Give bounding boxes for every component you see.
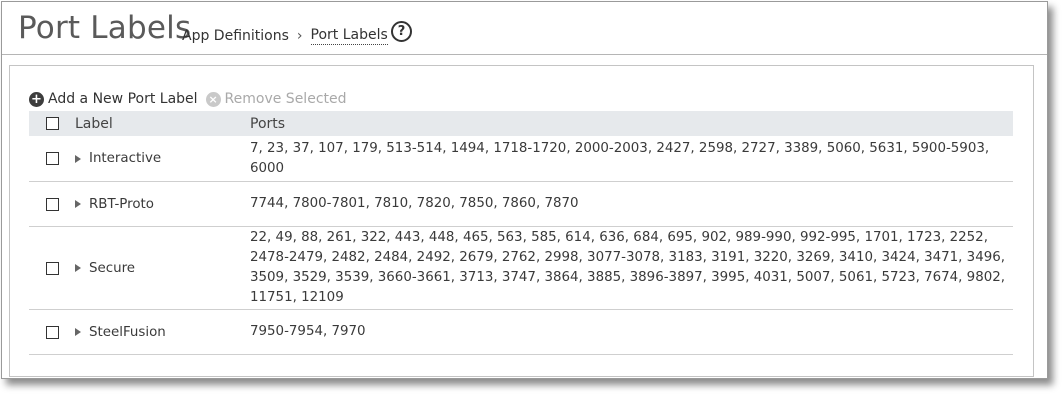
row-label: Interactive — [89, 151, 162, 166]
breadcrumb: App Definitions › Port Labels — [182, 27, 388, 45]
row-checkbox[interactable] — [45, 197, 59, 211]
table-row: Interactive 7, 23, 37, 107, 179, 513-514… — [29, 136, 1013, 182]
row-ports: 7950-7954, 7970 — [250, 324, 366, 339]
row-label: Secure — [89, 260, 136, 276]
expand-caret-icon[interactable] — [75, 264, 81, 272]
row-checkbox[interactable] — [45, 261, 59, 275]
table-row: SteelFusion 7950-7954, 7970 — [29, 310, 1013, 355]
add-port-label-button[interactable]: + Add a New Port Label — [29, 91, 198, 107]
breadcrumb-port-labels[interactable]: Port Labels — [310, 27, 388, 45]
row-ports: 7, 23, 37, 107, 179, 513-514, 1494, 1718… — [250, 140, 990, 176]
column-header-label[interactable]: Label — [75, 116, 250, 132]
expand-caret-icon[interactable] — [75, 200, 81, 208]
remove-circle-icon: × — [205, 91, 221, 107]
port-labels-panel: + Add a New Port Label × Remove Selected… — [9, 65, 1034, 377]
remove-selected-text: Remove Selected — [224, 91, 347, 107]
help-icon[interactable]: ? — [391, 21, 412, 42]
row-ports: 22, 49, 88, 261, 322, 443, 448, 465, 563… — [250, 230, 1006, 305]
table-row: Secure 22, 49, 88, 261, 322, 443, 448, 4… — [29, 227, 1013, 310]
row-label: SteelFusion — [89, 324, 166, 340]
column-header-ports[interactable]: Ports — [250, 114, 1013, 134]
screenshot-frame: Port Labels App Definitions › Port Label… — [1, 1, 1048, 379]
row-checkbox[interactable] — [45, 152, 59, 165]
breadcrumb-separator: › — [296, 28, 303, 44]
expand-caret-icon[interactable] — [75, 154, 81, 163]
select-all-checkbox[interactable] — [45, 117, 59, 130]
row-ports: 7744, 7800-7801, 7810, 7820, 7850, 7860,… — [250, 196, 579, 211]
row-checkbox[interactable] — [45, 325, 59, 339]
row-label: RBT-Proto — [89, 196, 154, 212]
page-title: Port Labels — [18, 10, 192, 46]
table-header: Label Ports — [29, 111, 1013, 136]
remove-selected-button[interactable]: × Remove Selected — [205, 91, 347, 107]
add-port-label-text: Add a New Port Label — [48, 91, 198, 107]
expand-caret-icon[interactable] — [75, 328, 81, 336]
page-header: Port Labels App Definitions › Port Label… — [2, 2, 1047, 55]
plus-circle-icon: + — [29, 91, 44, 107]
breadcrumb-app-definitions[interactable]: App Definitions — [182, 28, 289, 44]
table-row: RBT-Proto 7744, 7800-7801, 7810, 7820, 7… — [29, 182, 1013, 227]
port-labels-table: Label Ports Interactive 7, 23, 37, 107, … — [29, 111, 1013, 355]
toolbar: + Add a New Port Label × Remove Selected — [29, 91, 355, 107]
